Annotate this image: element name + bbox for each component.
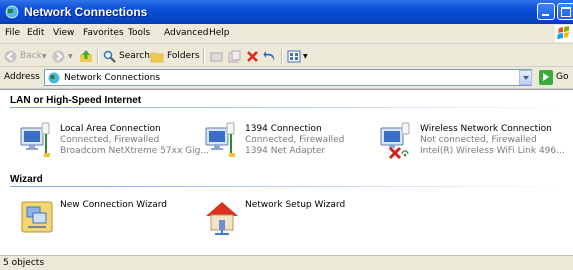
forward-arrow-icon xyxy=(52,50,65,62)
back-dropdown-icon[interactable]: ▼ xyxy=(42,53,47,60)
back-label: Back xyxy=(20,51,42,61)
wireless-connection-icon xyxy=(380,122,410,160)
views-dropdown-icon: ▼ xyxy=(303,52,308,60)
connections-view: LAN or High-Speed Internet Local Area Co… xyxy=(0,89,573,255)
group-divider xyxy=(10,107,570,108)
toolbar-separator xyxy=(203,48,205,64)
search-icon xyxy=(103,50,116,63)
up-folder-button[interactable] xyxy=(79,49,93,63)
maximize-button[interactable] xyxy=(557,3,573,20)
delete-button[interactable] xyxy=(246,49,259,63)
views-icon xyxy=(287,50,301,62)
copy-to-button[interactable] xyxy=(228,49,241,63)
connection-name: Local Area Connection xyxy=(60,124,161,134)
connection-device: Intel(R) Wireless WiFi Link 496... xyxy=(420,146,565,156)
group-divider xyxy=(10,186,570,187)
network-setup-wizard-icon xyxy=(206,202,238,235)
menu-view[interactable]: View xyxy=(53,28,74,38)
back-arrow-icon xyxy=(4,50,17,62)
folders-button[interactable]: Folders xyxy=(150,49,200,63)
toolbar: Back ▼ ▼ Search Folders ▼ xyxy=(0,44,573,67)
forward-button[interactable] xyxy=(52,49,65,63)
menu-edit[interactable]: Edit xyxy=(27,28,44,38)
network-connections-icon xyxy=(48,72,60,84)
new-connection-wizard-icon xyxy=(21,201,53,233)
move-to-button[interactable] xyxy=(210,49,223,63)
folders-label: Folders xyxy=(167,51,200,61)
lan-connection-icon xyxy=(20,122,50,157)
search-label: Search xyxy=(119,51,150,61)
connection-name: 1394 Connection xyxy=(245,124,322,134)
undo-button[interactable] xyxy=(263,49,277,63)
go-label[interactable]: Go xyxy=(556,72,568,82)
address-label: Address xyxy=(4,72,40,82)
status-text: 5 objects xyxy=(3,258,45,268)
address-bar: Address Network Connections Go xyxy=(0,67,573,89)
group-header-lan: LAN or High-Speed Internet xyxy=(10,95,142,106)
menu-help[interactable]: Help xyxy=(209,28,230,38)
menu-favorites[interactable]: Favorites xyxy=(83,28,124,38)
connection-wireless[interactable]: Wireless Network Connection Not connecte… xyxy=(378,122,565,162)
connection-local-area[interactable]: Local Area Connection Connected, Firewal… xyxy=(18,122,209,162)
menu-file[interactable]: File xyxy=(5,28,20,38)
network-connections-icon xyxy=(5,5,19,19)
status-bar: 5 objects xyxy=(0,255,573,270)
minimize-button[interactable] xyxy=(537,3,555,20)
toolbar-separator xyxy=(281,48,283,64)
go-arrow-icon[interactable] xyxy=(539,70,553,85)
up-folder-icon xyxy=(80,50,92,62)
wizard-new-connection[interactable]: New Connection Wizard xyxy=(18,198,188,238)
group-header-wizard: Wizard xyxy=(10,174,43,185)
back-button[interactable]: Back xyxy=(4,49,42,63)
lan-connection-icon xyxy=(205,122,235,157)
menu-bar: File Edit View Favorites Tools Advanced … xyxy=(0,24,573,44)
menu-advanced[interactable]: Advanced xyxy=(164,28,208,38)
toolbar-separator xyxy=(97,48,99,64)
address-dropdown-button[interactable] xyxy=(519,70,532,85)
wizard-name: New Connection Wizard xyxy=(60,200,167,210)
windows-logo xyxy=(555,25,573,42)
connection-device: Broadcom NetXtreme 57xx Gig... xyxy=(60,146,209,156)
connection-status: Connected, Firewalled xyxy=(245,135,345,145)
connection-status: Not connected, Firewalled xyxy=(420,135,537,145)
connection-1394[interactable]: 1394 Connection Connected, Firewalled 13… xyxy=(203,122,373,162)
wizard-network-setup[interactable]: Network Setup Wizard xyxy=(203,198,373,238)
folders-icon xyxy=(150,52,164,62)
search-button[interactable]: Search xyxy=(103,49,150,63)
connection-device: 1394 Net Adapter xyxy=(245,146,326,156)
views-button[interactable]: ▼ xyxy=(287,49,308,63)
connection-status: Connected, Firewalled xyxy=(60,135,160,145)
window-title: Network Connections xyxy=(24,5,148,19)
connection-name: Wireless Network Connection xyxy=(420,124,552,134)
undo-icon xyxy=(263,50,275,61)
menu-tools[interactable]: Tools xyxy=(128,28,150,38)
address-field[interactable]: Network Connections xyxy=(44,69,532,86)
copy-to-icon xyxy=(228,50,241,62)
wizard-name: Network Setup Wizard xyxy=(245,200,346,210)
delete-x-icon xyxy=(247,50,258,62)
move-to-icon xyxy=(210,52,223,61)
title-bar: Network Connections xyxy=(0,0,573,24)
address-value: Network Connections xyxy=(64,73,161,83)
forward-dropdown-icon[interactable]: ▼ xyxy=(68,53,73,60)
